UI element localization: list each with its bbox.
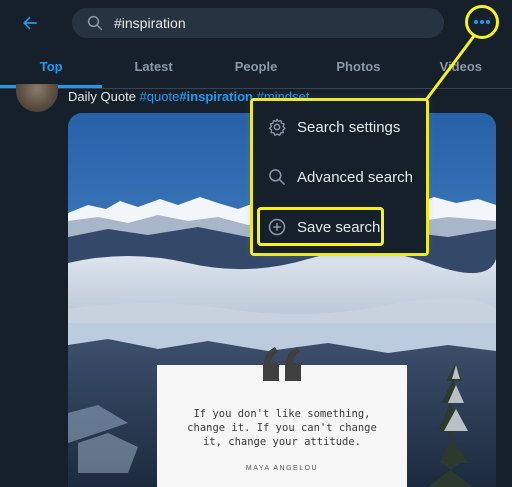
quote-line-1: If you don't like something, [193, 408, 371, 420]
menu-item-label: Advanced search [297, 168, 413, 186]
search-bar[interactable] [72, 8, 444, 38]
menu-item-search-settings[interactable]: Search settings [253, 102, 426, 152]
tab-top[interactable]: Top [0, 48, 103, 88]
menu-item-save-search[interactable]: Save search [253, 202, 426, 252]
search-tabs: Top Latest People Photos Videos [0, 48, 512, 88]
tab-latest[interactable]: Latest [102, 48, 204, 88]
more-options-button[interactable] [465, 5, 499, 39]
search-options-menu: Search settings Advanced search Save sea… [253, 101, 426, 253]
author-name[interactable]: Daily Quote [68, 89, 136, 104]
quote-card: If you don't like something, change it. … [157, 347, 407, 487]
back-button[interactable] [16, 9, 44, 37]
hashtag-inspiration[interactable]: #inspiration [179, 89, 253, 104]
plus-circle-icon [267, 217, 287, 237]
quote-author: MAYA ANGELOU [245, 465, 319, 472]
quote-line-3: it, change your attitude. [202, 436, 362, 448]
search-icon [86, 14, 104, 32]
search-input[interactable] [114, 15, 414, 31]
tab-people[interactable]: People [205, 48, 307, 88]
quote-text: If you don't like something, change it. … [157, 407, 407, 449]
tab-videos[interactable]: Videos [410, 48, 512, 88]
more-dots-icon [474, 20, 490, 24]
top-bar [0, 0, 512, 48]
menu-item-label: Save search [297, 218, 381, 236]
search-icon [267, 167, 287, 187]
quote-mark-icon [263, 347, 301, 381]
quote-line-2: change it. If you can't change [187, 422, 377, 434]
hashtag-quote[interactable]: #quote [140, 89, 180, 104]
arrow-left-icon [23, 16, 37, 30]
menu-item-advanced-search[interactable]: Advanced search [253, 152, 426, 202]
avatar[interactable] [16, 84, 58, 112]
menu-item-label: Search settings [297, 118, 401, 136]
tab-photos[interactable]: Photos [307, 48, 409, 88]
gear-icon [267, 117, 287, 137]
